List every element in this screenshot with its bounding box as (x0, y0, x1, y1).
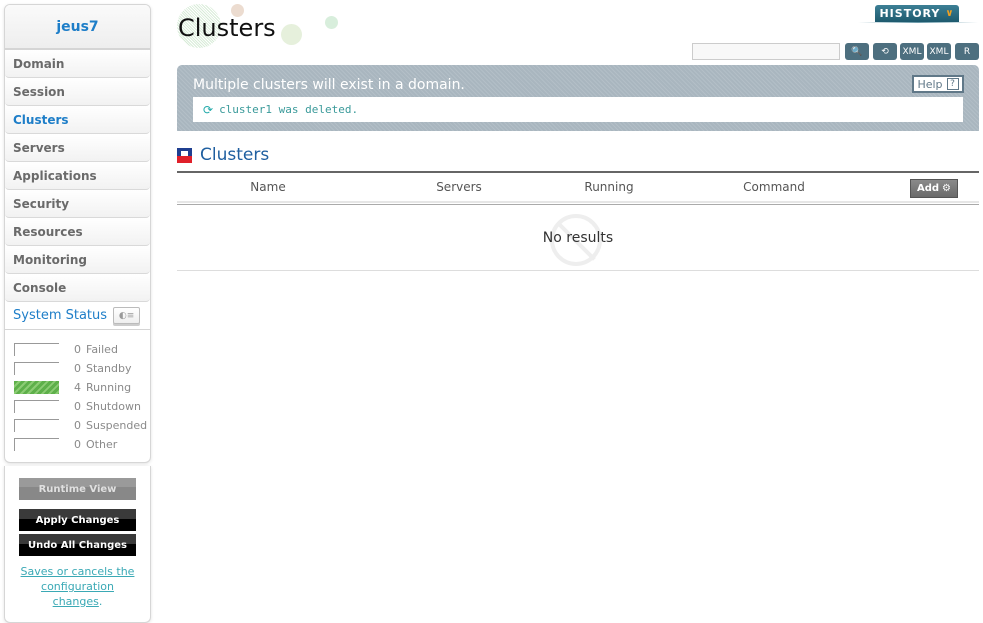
apply-changes-button[interactable]: Apply Changes (19, 509, 136, 531)
empty-text: No results (542, 229, 614, 246)
status-count: 0 (74, 343, 81, 356)
column-command: Command (743, 180, 805, 194)
column-running[interactable]: Running (559, 180, 659, 194)
status-row-running: 4 Running (14, 378, 150, 397)
add-gear-icon: ⚙ (942, 183, 952, 194)
status-bar (14, 343, 59, 356)
status-bar (14, 419, 59, 432)
section-header: Clusters (177, 145, 269, 165)
nav-resources[interactable]: Resources (5, 218, 150, 246)
column-name[interactable]: Name (218, 180, 318, 194)
section-icon (177, 147, 192, 163)
status-row-shutdown: 0 Shutdown (14, 397, 150, 416)
status-view-toggle-icon[interactable]: ◐≡ (113, 307, 141, 324)
changes-help-link[interactable]: Saves or cancels the configuration chang… (21, 565, 135, 608)
status-label: Suspended (86, 419, 148, 432)
status-row-other: 0 Other (14, 435, 150, 454)
nav-servers[interactable]: Servers (5, 134, 150, 162)
status-bar (14, 400, 59, 413)
status-bar (14, 438, 59, 451)
add-button[interactable]: Add ⚙ (910, 179, 958, 198)
changes-help-suffix: . (98, 595, 103, 608)
status-bar (14, 362, 59, 375)
system-status-header: System Status ◐≡ (5, 302, 150, 330)
change-controls: Runtime View Apply Changes Undo All Chan… (4, 466, 151, 623)
page-title: Clusters (178, 14, 276, 42)
system-status-title: System Status (13, 308, 108, 323)
refresh-message-icon: ⟳ (203, 102, 214, 117)
status-label: Other (86, 438, 118, 451)
nav-console[interactable]: Console (5, 274, 150, 302)
nav-applications[interactable]: Applications (5, 162, 150, 190)
decor-circle (281, 24, 302, 45)
table-header: Name Servers Running Command Add ⚙ (177, 171, 979, 203)
nav-monitoring[interactable]: Monitoring (5, 246, 150, 274)
empty-state: No results (177, 205, 979, 271)
status-label: Running (86, 381, 132, 394)
nav-domain[interactable]: Domain (5, 50, 150, 78)
undo-all-changes-button[interactable]: Undo All Changes (19, 534, 136, 556)
status-row-standby: 0 Standby (14, 359, 150, 378)
history-underline (858, 22, 978, 23)
refresh-icon[interactable]: ⟲ (873, 43, 897, 60)
domain-name[interactable]: jeus7 (5, 5, 150, 50)
report-icon[interactable]: R (955, 43, 979, 60)
nav-session[interactable]: Session (5, 78, 150, 106)
nav-clusters[interactable]: Clusters (5, 106, 150, 134)
status-row-suspended: 0 Suspended (14, 416, 150, 435)
xml-import-icon[interactable]: XML (927, 43, 951, 60)
history-button[interactable]: HISTORY ∨ (875, 5, 959, 22)
search-input[interactable] (692, 43, 840, 60)
status-bar (14, 381, 59, 394)
status-count: 0 (74, 419, 81, 432)
status-label: Failed (86, 343, 118, 356)
column-servers[interactable]: Servers (409, 180, 509, 194)
status-count: 0 (74, 438, 81, 451)
xml-export-icon[interactable]: XML (900, 43, 924, 60)
decor-circle (325, 16, 338, 29)
info-panel: Multiple clusters will exist in a domain… (177, 65, 979, 131)
runtime-view-button[interactable]: Runtime View (19, 478, 136, 500)
status-count: 4 (74, 381, 81, 394)
message-text: cluster1 was deleted. (219, 103, 359, 116)
history-label: HISTORY (879, 7, 941, 20)
status-label: Shutdown (86, 400, 141, 413)
help-label: Help (917, 77, 943, 91)
add-label: Add (916, 183, 940, 194)
sidebar: jeus7 Domain Session Clusters Servers Ap… (4, 4, 151, 463)
status-label: Standby (86, 362, 132, 375)
status-row-failed: 0 Failed (14, 340, 150, 359)
clusters-table: Name Servers Running Command Add ⚙ No res… (177, 171, 979, 271)
help-button[interactable]: Help? (912, 75, 964, 93)
chevron-down-icon: ∨ (945, 8, 955, 19)
search-icon[interactable]: 🔍 (845, 43, 869, 60)
status-count: 0 (74, 400, 81, 413)
section-title: Clusters (200, 145, 270, 165)
status-count: 0 (74, 362, 81, 375)
message-box: ⟳ cluster1 was deleted. (193, 97, 963, 122)
nav-security[interactable]: Security (5, 190, 150, 218)
info-description: Multiple clusters will exist in a domain… (193, 77, 465, 93)
question-icon: ? (946, 78, 959, 90)
changes-help: Saves or cancels the configuration chang… (19, 564, 136, 609)
status-list: 0 Failed 0 Standby 4 Running 0 Shutdown 0 Sus… (5, 330, 150, 454)
